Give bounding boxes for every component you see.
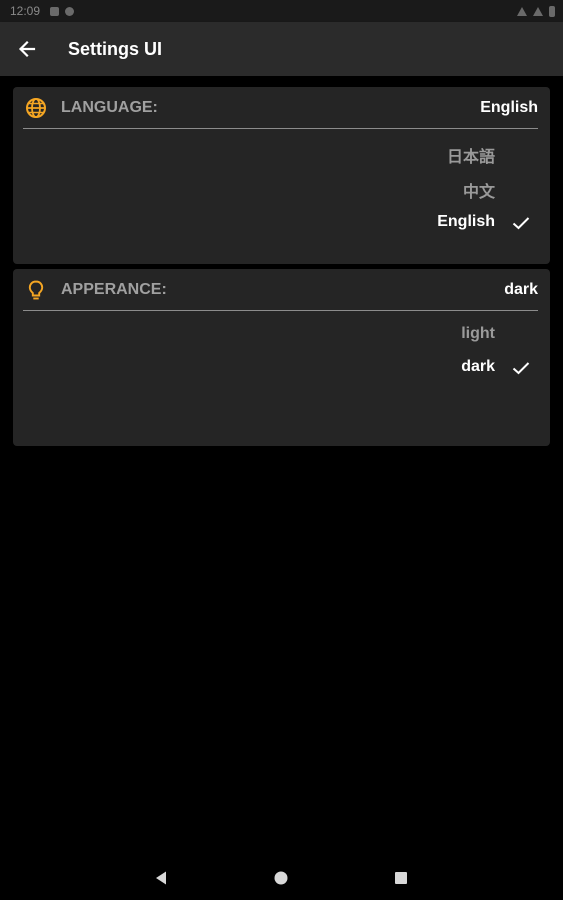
language-option-japanese[interactable]: 日本語: [447, 143, 495, 167]
status-bar: 12:09: [0, 0, 563, 22]
back-triangle-icon: [156, 871, 166, 885]
battery-icon: [549, 5, 555, 17]
language-label: LANGUAGE:: [61, 98, 158, 116]
appearance-option-light[interactable]: light: [461, 325, 495, 343]
appearance-option-dark[interactable]: dark: [461, 358, 495, 376]
home-circle-icon: [274, 871, 288, 885]
appearance-card: APPERANCE: dark light dark: [13, 269, 550, 446]
check-icon: [511, 358, 531, 378]
signal-icon: [533, 6, 543, 16]
lightbulb-icon: [28, 280, 44, 299]
check-icon: [511, 213, 531, 233]
app-bar: Settings UI: [0, 22, 563, 76]
sim-card-icon: [50, 6, 60, 16]
nav-recents-button[interactable]: [391, 868, 411, 888]
globe-icon: [26, 97, 46, 118]
back-button[interactable]: [7, 29, 47, 69]
appearance-current-value: dark: [504, 280, 538, 298]
arrow-left-icon: [18, 40, 36, 58]
appearance-label: APPERANCE:: [61, 280, 167, 298]
language-header[interactable]: LANGUAGE: English: [23, 87, 538, 129]
system-nav-bar: [0, 856, 563, 900]
language-option-english[interactable]: English: [437, 213, 495, 231]
appearance-header[interactable]: APPERANCE: dark: [23, 269, 538, 311]
nav-home-button[interactable]: [271, 868, 291, 888]
page-title: Settings UI: [68, 38, 163, 59]
language-option-chinese[interactable]: 中文: [463, 178, 495, 202]
sync-icon: [65, 6, 75, 16]
language-current-value: English: [480, 98, 538, 116]
wifi-icon: [517, 6, 527, 16]
recents-square-icon: [395, 872, 407, 884]
language-card: LANGUAGE: English 日本語 中文 English: [13, 87, 550, 264]
nav-back-button[interactable]: [151, 868, 171, 888]
status-time: 12:09: [10, 4, 41, 18]
